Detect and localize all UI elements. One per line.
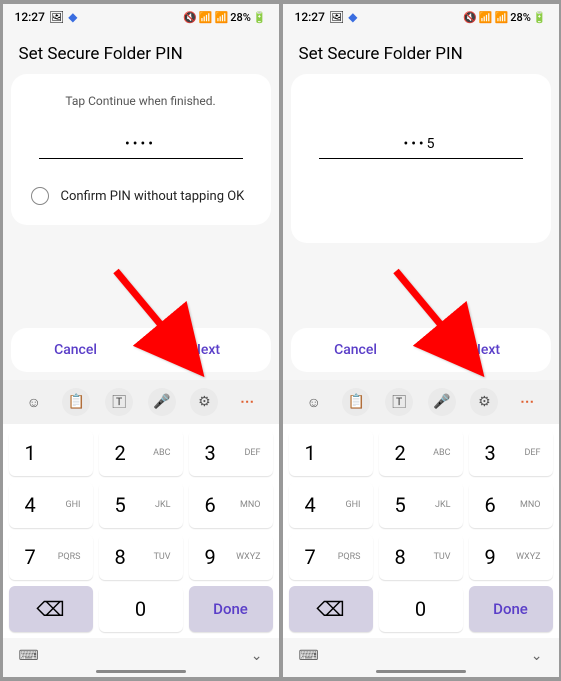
pin-card: Tap Continue when finished. •••• Confirm… (11, 74, 271, 225)
status-icon-app: ◆ (348, 10, 357, 24)
numeric-keypad: 1 2ABC 3DEF 4GHI 5JKL 6MNO 7PQRS 8TUV 9W… (283, 424, 559, 638)
keyboard-switch-icon[interactable]: ⌨ (299, 648, 319, 664)
key-done[interactable]: Done (469, 586, 553, 632)
key-8[interactable]: 8TUV (99, 534, 183, 580)
key-3[interactable]: 3DEF (189, 430, 273, 476)
status-time: 12:27 (295, 10, 325, 24)
pin-input[interactable]: •••• (39, 136, 243, 159)
key-0[interactable]: 0 (99, 586, 183, 632)
battery-icon: 🔋 (253, 11, 267, 24)
key-backspace[interactable]: ⌫ (9, 586, 93, 632)
wifi-icon: 📶 (199, 11, 213, 24)
key-7[interactable]: 7PQRS (9, 534, 93, 580)
clipboard-icon[interactable]: 📋 (62, 388, 90, 416)
status-time: 12:27 (15, 10, 45, 24)
pin-input[interactable]: •••5 (319, 136, 523, 159)
more-icon[interactable]: ⋯ (233, 388, 261, 416)
status-bar: 12:27 🖼 ◆ 🔇 📶 📶 28% 🔋 (283, 4, 559, 30)
next-button[interactable]: Next (141, 328, 271, 372)
key-2[interactable]: 2ABC (379, 430, 463, 476)
keyboard-toolbar: ☺ 📋 🅃 🎤 ⚙ ⋯ (3, 380, 279, 424)
action-buttons: Cancel Next (11, 328, 271, 372)
confirm-checkbox[interactable] (31, 187, 49, 205)
emoji-icon[interactable]: ☺ (20, 388, 48, 416)
page-title: Set Secure Folder PIN (283, 30, 559, 74)
numeric-keypad: 1 2ABC 3DEF 4GHI 5JKL 6MNO 7PQRS 8TUV 9W… (3, 424, 279, 638)
mute-icon: 🔇 (463, 11, 477, 24)
nav-handle[interactable] (376, 670, 466, 673)
action-buttons: Cancel Next (291, 328, 551, 372)
status-bar: 12:27 🖼 ◆ 🔇 📶 📶 28% 🔋 (3, 4, 279, 30)
more-icon[interactable]: ⋯ (513, 388, 541, 416)
status-icon-app: ◆ (68, 10, 77, 24)
clipboard-icon[interactable]: 📋 (342, 388, 370, 416)
bottom-bar: ⌨ ⌄ (3, 638, 279, 670)
wifi-icon: 📶 (479, 11, 493, 24)
key-0[interactable]: 0 (379, 586, 463, 632)
key-6[interactable]: 6MNO (189, 482, 273, 528)
key-6[interactable]: 6MNO (469, 482, 553, 528)
settings-icon[interactable]: ⚙ (470, 388, 498, 416)
page-title: Set Secure Folder PIN (3, 30, 279, 74)
key-9[interactable]: 9WXYZ (189, 534, 273, 580)
mic-icon[interactable]: 🎤 (428, 388, 456, 416)
nav-handle[interactable] (96, 670, 186, 673)
collapse-icon[interactable]: ⌄ (251, 648, 263, 664)
screen-right: 12:27 🖼 ◆ 🔇 📶 📶 28% 🔋 Set Secure Folder … (283, 4, 559, 677)
next-button[interactable]: Next (421, 328, 551, 372)
bottom-bar: ⌨ ⌄ (283, 638, 559, 670)
key-2[interactable]: 2ABC (99, 430, 183, 476)
key-4[interactable]: 4GHI (9, 482, 93, 528)
key-backspace[interactable]: ⌫ (289, 586, 373, 632)
signal-icon: 📶 (494, 11, 508, 24)
keyboard-toolbar: ☺ 📋 🅃 🎤 ⚙ ⋯ (283, 380, 559, 424)
key-done[interactable]: Done (189, 586, 273, 632)
signal-icon: 📶 (214, 11, 228, 24)
cancel-button[interactable]: Cancel (11, 328, 141, 372)
key-1[interactable]: 1 (289, 430, 373, 476)
confirm-checkbox-label: Confirm PIN without tapping OK (61, 189, 245, 204)
battery-icon: 🔋 (533, 11, 547, 24)
text-icon[interactable]: 🅃 (385, 388, 413, 416)
key-1[interactable]: 1 (9, 430, 93, 476)
key-5[interactable]: 5JKL (379, 482, 463, 528)
key-5[interactable]: 5JKL (99, 482, 183, 528)
key-7[interactable]: 7PQRS (289, 534, 373, 580)
cancel-button[interactable]: Cancel (291, 328, 421, 372)
key-8[interactable]: 8TUV (379, 534, 463, 580)
instruction-text: Tap Continue when finished. (23, 94, 259, 108)
screen-left: 12:27 🖼 ◆ 🔇 📶 📶 28% 🔋 Set Secure Folder … (3, 4, 279, 677)
collapse-icon[interactable]: ⌄ (531, 648, 543, 664)
keyboard-switch-icon[interactable]: ⌨ (19, 648, 39, 664)
key-3[interactable]: 3DEF (469, 430, 553, 476)
status-icon-image: 🖼 (329, 10, 344, 24)
confirm-checkbox-row[interactable]: Confirm PIN without tapping OK (23, 183, 259, 209)
emoji-icon[interactable]: ☺ (300, 388, 328, 416)
mic-icon[interactable]: 🎤 (148, 388, 176, 416)
key-4[interactable]: 4GHI (289, 482, 373, 528)
battery-text: 28% (510, 11, 531, 24)
settings-icon[interactable]: ⚙ (190, 388, 218, 416)
battery-text: 28% (230, 11, 251, 24)
status-icon-image: 🖼 (49, 10, 64, 24)
text-icon[interactable]: 🅃 (105, 388, 133, 416)
pin-card: . •••5 (291, 74, 551, 243)
mute-icon: 🔇 (183, 11, 197, 24)
key-9[interactable]: 9WXYZ (469, 534, 553, 580)
